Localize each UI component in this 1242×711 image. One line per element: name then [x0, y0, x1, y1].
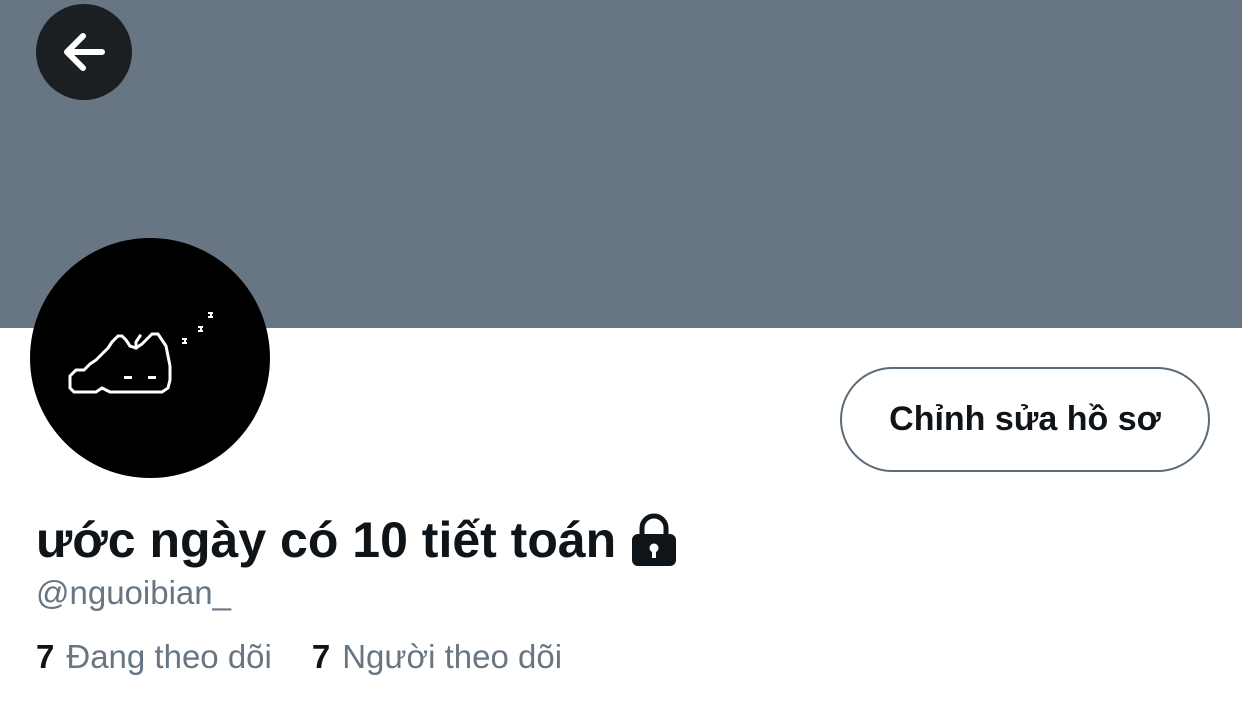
- avatar[interactable]: [30, 238, 270, 478]
- name-row: ước ngày có 10 tiết toán: [36, 508, 678, 572]
- follow-stats: 7 Đang theo dõi 7 Người theo dõi: [36, 638, 562, 676]
- edit-profile-label: Chỉnh sửa hồ sơ: [889, 400, 1161, 438]
- following-count: 7: [36, 638, 55, 675]
- followers-count: 7: [311, 638, 331, 675]
- followers-stat[interactable]: 7 Người theo dõi: [312, 638, 562, 676]
- profile-handle: @nguoibian_: [36, 574, 231, 611]
- following-stat[interactable]: 7 Đang theo dõi: [36, 638, 272, 676]
- following-label: Đang theo dõi: [66, 638, 272, 675]
- followers-label: Người theo dõi: [342, 638, 563, 675]
- profile-page: Chỉnh sửa hồ sơ ước ngày có 10 tiết toán…: [0, 0, 1242, 711]
- lock-icon: [630, 512, 678, 568]
- display-name: ước ngày có 10 tiết toán: [36, 512, 617, 568]
- edit-profile-button[interactable]: Chỉnh sửa hồ sơ: [840, 367, 1210, 472]
- arrow-left-icon: [64, 33, 105, 71]
- sleeping-cat-icon: [68, 312, 213, 394]
- back-button[interactable]: [36, 4, 132, 100]
